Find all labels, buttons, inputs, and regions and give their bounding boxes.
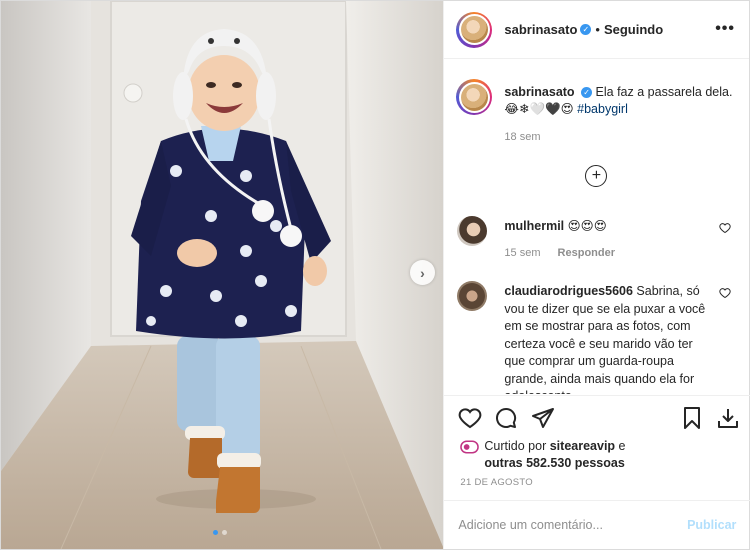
comment-time[interactable]: 15 sem — [504, 247, 540, 259]
liked-by-user[interactable]: siteareavip — [550, 439, 615, 453]
comment-icon[interactable] — [494, 406, 518, 430]
comment-text: Sabrina, só vou te dizer que se ela puxa… — [504, 284, 706, 394]
comment-avatar[interactable] — [457, 216, 488, 246]
more-options-icon[interactable]: ••• — [715, 20, 735, 38]
photo-illustration — [1, 1, 444, 549]
liked-by-icon — [460, 440, 480, 454]
post-header: sabrinasato ✓ • Seguindo ••• — [444, 1, 749, 59]
comment-username[interactable]: claudiarodrigues5606 — [504, 284, 633, 298]
caption-text: sabrinasato ✓ Ela faz a passarela dela. … — [504, 84, 734, 118]
post-photo[interactable]: › — [1, 1, 444, 549]
author-avatar[interactable] — [456, 11, 493, 48]
instagram-post: › sabrinasato ✓ • Seguindo ••• sabrinasa… — [0, 0, 750, 550]
reply-button[interactable]: Responder — [558, 247, 615, 259]
bookmark-icon[interactable] — [680, 406, 704, 430]
comment-meta: 15 sem Responder — [504, 247, 629, 259]
caption-time[interactable]: 18 sem — [504, 131, 540, 143]
add-comment-input[interactable] — [458, 518, 679, 532]
separator-dot: • — [595, 22, 600, 37]
verified-badge-icon: ✓ — [581, 87, 593, 98]
add-comment-bar: Publicar — [444, 500, 750, 549]
comment-body: mulhermil 😍😍😍 — [504, 218, 709, 236]
carousel-dot — [222, 530, 227, 535]
verified-badge-icon: ✓ — [580, 24, 592, 35]
plus-circle-icon[interactable]: + — [585, 165, 608, 187]
likes-prefix: Curtido por — [484, 439, 547, 453]
carousel-next-button[interactable]: › — [410, 260, 435, 285]
author-username[interactable]: sabrinasato — [504, 22, 577, 37]
comment-username[interactable]: mulhermil — [504, 219, 564, 233]
comment-avatar[interactable] — [457, 281, 488, 311]
comment-like-icon[interactable] — [719, 287, 732, 299]
post-side-panel: sabrinasato ✓ • Seguindo ••• sabrinasato… — [443, 1, 750, 549]
caption-hashtag[interactable]: #babygirl — [577, 102, 628, 116]
heart-icon[interactable] — [458, 406, 482, 430]
following-button[interactable]: Seguindo — [604, 22, 663, 37]
comment-like-icon[interactable] — [719, 222, 732, 234]
likes-others[interactable]: outras 582.530 pessoas — [484, 456, 624, 470]
share-icon[interactable] — [531, 406, 555, 430]
caption-username[interactable]: sabrinasato — [504, 85, 574, 99]
action-bar — [444, 395, 750, 433]
caption-avatar[interactable] — [456, 79, 493, 115]
publish-button[interactable]: Publicar — [687, 518, 736, 532]
download-icon[interactable] — [716, 406, 740, 430]
carousel-dot-active — [213, 530, 218, 535]
chevron-right-icon: › — [420, 264, 425, 281]
likes-mid: e — [618, 439, 626, 453]
carousel-indicator — [213, 530, 227, 535]
caption-emojis: 😂❄🤍🖤😍 — [504, 102, 574, 116]
caption-body: Ela faz a passarela dela. — [595, 85, 733, 99]
comment-text: 😍😍😍 — [567, 219, 607, 233]
post-date[interactable]: 21 DE AGOSTO — [460, 477, 533, 488]
comment-body: claudiarodrigues5606 Sabrina, só vou te … — [504, 283, 709, 394]
comments-section[interactable]: sabrinasato ✓ Ela faz a passarela dela. … — [444, 60, 750, 394]
likes-text: Curtido por siteareavip e outras 582.530… — [484, 438, 684, 472]
